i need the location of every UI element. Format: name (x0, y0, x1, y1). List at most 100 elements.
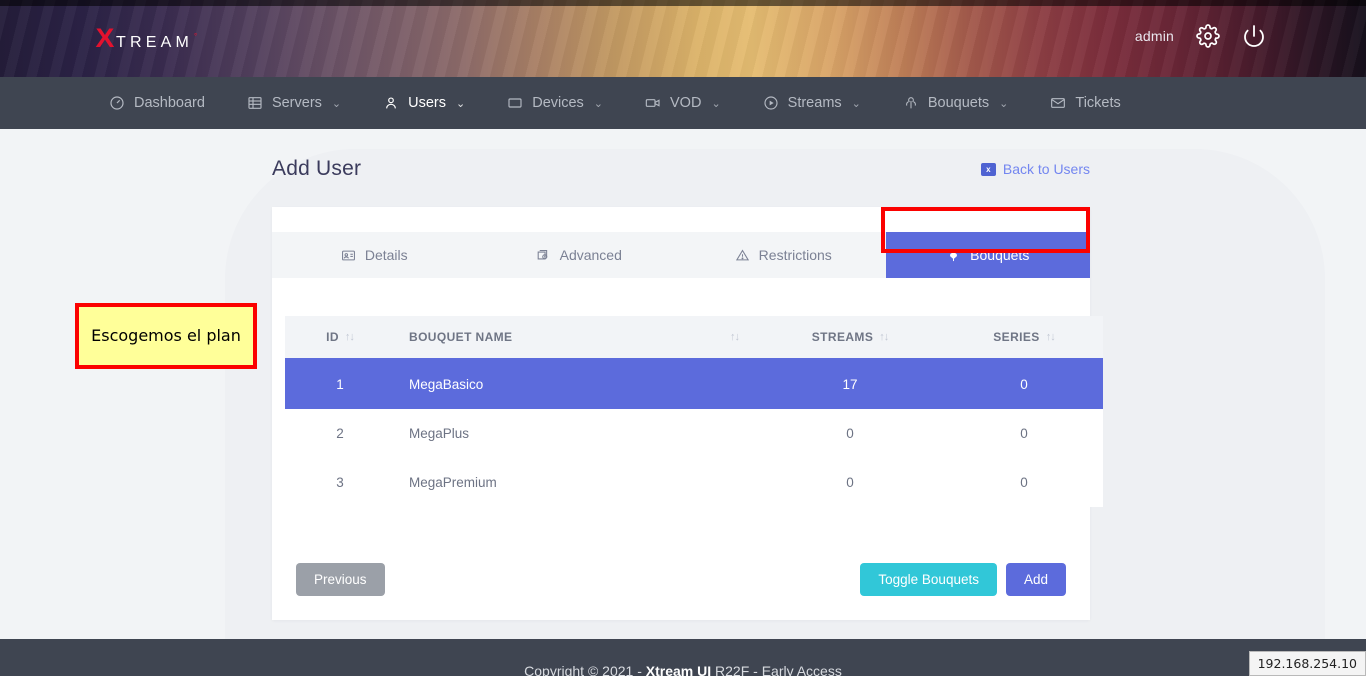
cell-streams: 0 (755, 458, 945, 507)
cell-series: 0 (945, 359, 1103, 409)
column-header-series[interactable]: SERIES ↑↓ (945, 316, 1103, 360)
advanced-icon (536, 248, 551, 263)
cell-bouquet-name: MegaPlus (395, 409, 755, 458)
tab-label: Advanced (559, 247, 622, 263)
chevron-down-icon: ⌄ (851, 97, 861, 110)
back-arrow-icon: x (980, 162, 996, 176)
back-to-users-link[interactable]: x Back to Users (980, 161, 1090, 177)
brand-logo-degree: ° (194, 32, 198, 41)
column-label: ID (326, 330, 339, 344)
nav-item-tickets[interactable]: Tickets (1029, 77, 1141, 129)
previous-button[interactable]: Previous (296, 562, 385, 596)
cell-bouquet-name: MegaPremium (395, 458, 755, 507)
nav-label: Servers (271, 95, 322, 111)
device-icon (507, 95, 523, 111)
table-header: ID ↑↓ BOUQUET NAME ↑↓ STREAMS ↑↓ SERIES … (285, 316, 1103, 360)
table-row[interactable]: 3 MegaPremium 0 0 (285, 458, 1103, 507)
nav-label: Devices (532, 95, 584, 111)
chevron-down-icon: ⌄ (331, 97, 342, 110)
tab-details[interactable]: Details (272, 232, 477, 278)
card-action-bar: Previous Toggle Bouquets Add (272, 562, 1090, 596)
add-user-card: Details Advanced Restrictions Bouquets I… (272, 207, 1103, 620)
tab-bouquets[interactable]: Bouquets (885, 232, 1090, 278)
nav-item-users[interactable]: Users ⌄ (362, 77, 486, 138)
tab-restrictions[interactable]: Restrictions (681, 232, 886, 278)
nav-item-bouquets[interactable]: Bouquets ⌄ (882, 77, 1030, 129)
cell-series: 0 (945, 409, 1103, 458)
user-icon (383, 95, 399, 111)
cell-streams: 0 (755, 409, 945, 458)
cell-id: 3 (285, 458, 395, 507)
column-label: BOUQUET NAME (409, 330, 513, 344)
sort-icon: ↑↓ (1045, 331, 1056, 343)
cell-id: 1 (285, 359, 395, 409)
nav-label: Dashboard (134, 95, 205, 111)
sort-icon: ↑↓ (730, 331, 740, 343)
dashboard-icon (109, 95, 125, 111)
bouquet-icon (903, 95, 919, 111)
toggle-bouquets-button[interactable]: Toggle Bouquets (860, 562, 997, 596)
bouquets-table: ID ↑↓ BOUQUET NAME ↑↓ STREAMS ↑↓ SERIES … (285, 316, 1103, 507)
nav-item-dashboard[interactable]: Dashboard (88, 77, 226, 129)
main-navigation: Dashboard Servers ⌄ Users ⌄ Devices ⌄ VO… (0, 77, 1366, 138)
tab-advanced[interactable]: Advanced (477, 232, 682, 278)
admin-username: admin (1134, 28, 1174, 44)
tab-label: Restrictions (758, 247, 832, 263)
table-body: 1 MegaBasico 17 0 2 MegaPlus 0 0 3 MegaP… (285, 359, 1103, 507)
brand-logo[interactable]: X TREAM ° (95, 23, 198, 53)
nav-label: Tickets (1075, 95, 1121, 111)
nav-label: Streams (787, 95, 842, 111)
sort-icon: ↑↓ (344, 331, 355, 343)
back-link-label: Back to Users (1002, 161, 1090, 177)
card-top-strip (272, 207, 1090, 232)
footer-copyright-suffix: R22F - Early Access (711, 662, 842, 676)
tab-bar: Details Advanced Restrictions Bouquets (272, 207, 1090, 278)
nav-label: Users (408, 95, 446, 111)
nav-item-servers[interactable]: Servers ⌄ (226, 77, 362, 129)
chevron-down-icon: ⌄ (456, 97, 466, 110)
bouquet-icon (946, 248, 961, 263)
column-header-id[interactable]: ID ↑↓ (285, 316, 395, 360)
tab-label: Details (364, 247, 408, 263)
servers-icon (247, 95, 263, 111)
primary-actions: Toggle Bouquets Add (860, 562, 1066, 596)
id-card-icon (341, 248, 356, 263)
chevron-down-icon: ⌄ (711, 97, 721, 110)
table-row[interactable]: 2 MegaPlus 0 0 (285, 409, 1103, 458)
chevron-down-icon: ⌄ (999, 97, 1009, 110)
add-button[interactable]: Add (1005, 562, 1066, 596)
nav-label: VOD (670, 95, 702, 111)
header-actions: admin (1135, 24, 1266, 48)
gear-icon[interactable] (1196, 24, 1220, 48)
page-footer: Copyright © 2021 - Xtream UI R22F - Earl… (0, 639, 1366, 676)
warning-triangle-icon (735, 248, 750, 263)
page-header: Add User x Back to Users (272, 157, 1090, 181)
sort-icon: ↑↓ (879, 331, 889, 343)
play-circle-icon (763, 95, 779, 111)
tab-label: Bouquets (970, 247, 1030, 263)
footer-product-name: Xtream UI (645, 662, 712, 676)
power-icon[interactable] (1242, 24, 1266, 48)
cell-bouquet-name: MegaBasico (395, 359, 755, 409)
cell-series: 0 (945, 458, 1103, 507)
mail-icon (1050, 95, 1066, 111)
card-body: ID ↑↓ BOUQUET NAME ↑↓ STREAMS ↑↓ SERIES … (272, 278, 1103, 507)
column-label: STREAMS (811, 330, 874, 344)
table-header-row: ID ↑↓ BOUQUET NAME ↑↓ STREAMS ↑↓ SERIES … (285, 316, 1103, 360)
cell-streams: 17 (755, 359, 945, 409)
brand-logo-x: X (95, 23, 115, 53)
cell-id: 2 (285, 409, 395, 458)
column-header-streams[interactable]: STREAMS ↑↓ (755, 316, 945, 360)
ip-address-badge: 192.168.254.10 (1248, 651, 1366, 676)
table-row[interactable]: 1 MegaBasico 17 0 (285, 359, 1103, 409)
header-banner: X TREAM ° admin (0, 0, 1366, 77)
nav-item-streams[interactable]: Streams ⌄ (742, 77, 882, 129)
page-title: Add User (272, 157, 362, 180)
nav-item-devices[interactable]: Devices ⌄ (486, 77, 624, 129)
annotation-callout: Escogemos el plan (75, 303, 257, 369)
column-label: SERIES (993, 330, 1040, 344)
column-header-bouquet-name[interactable]: BOUQUET NAME ↑↓ (395, 316, 755, 360)
nav-label: Bouquets (927, 95, 990, 111)
nav-item-vod[interactable]: VOD ⌄ (624, 77, 742, 129)
chevron-down-icon: ⌄ (593, 97, 604, 110)
